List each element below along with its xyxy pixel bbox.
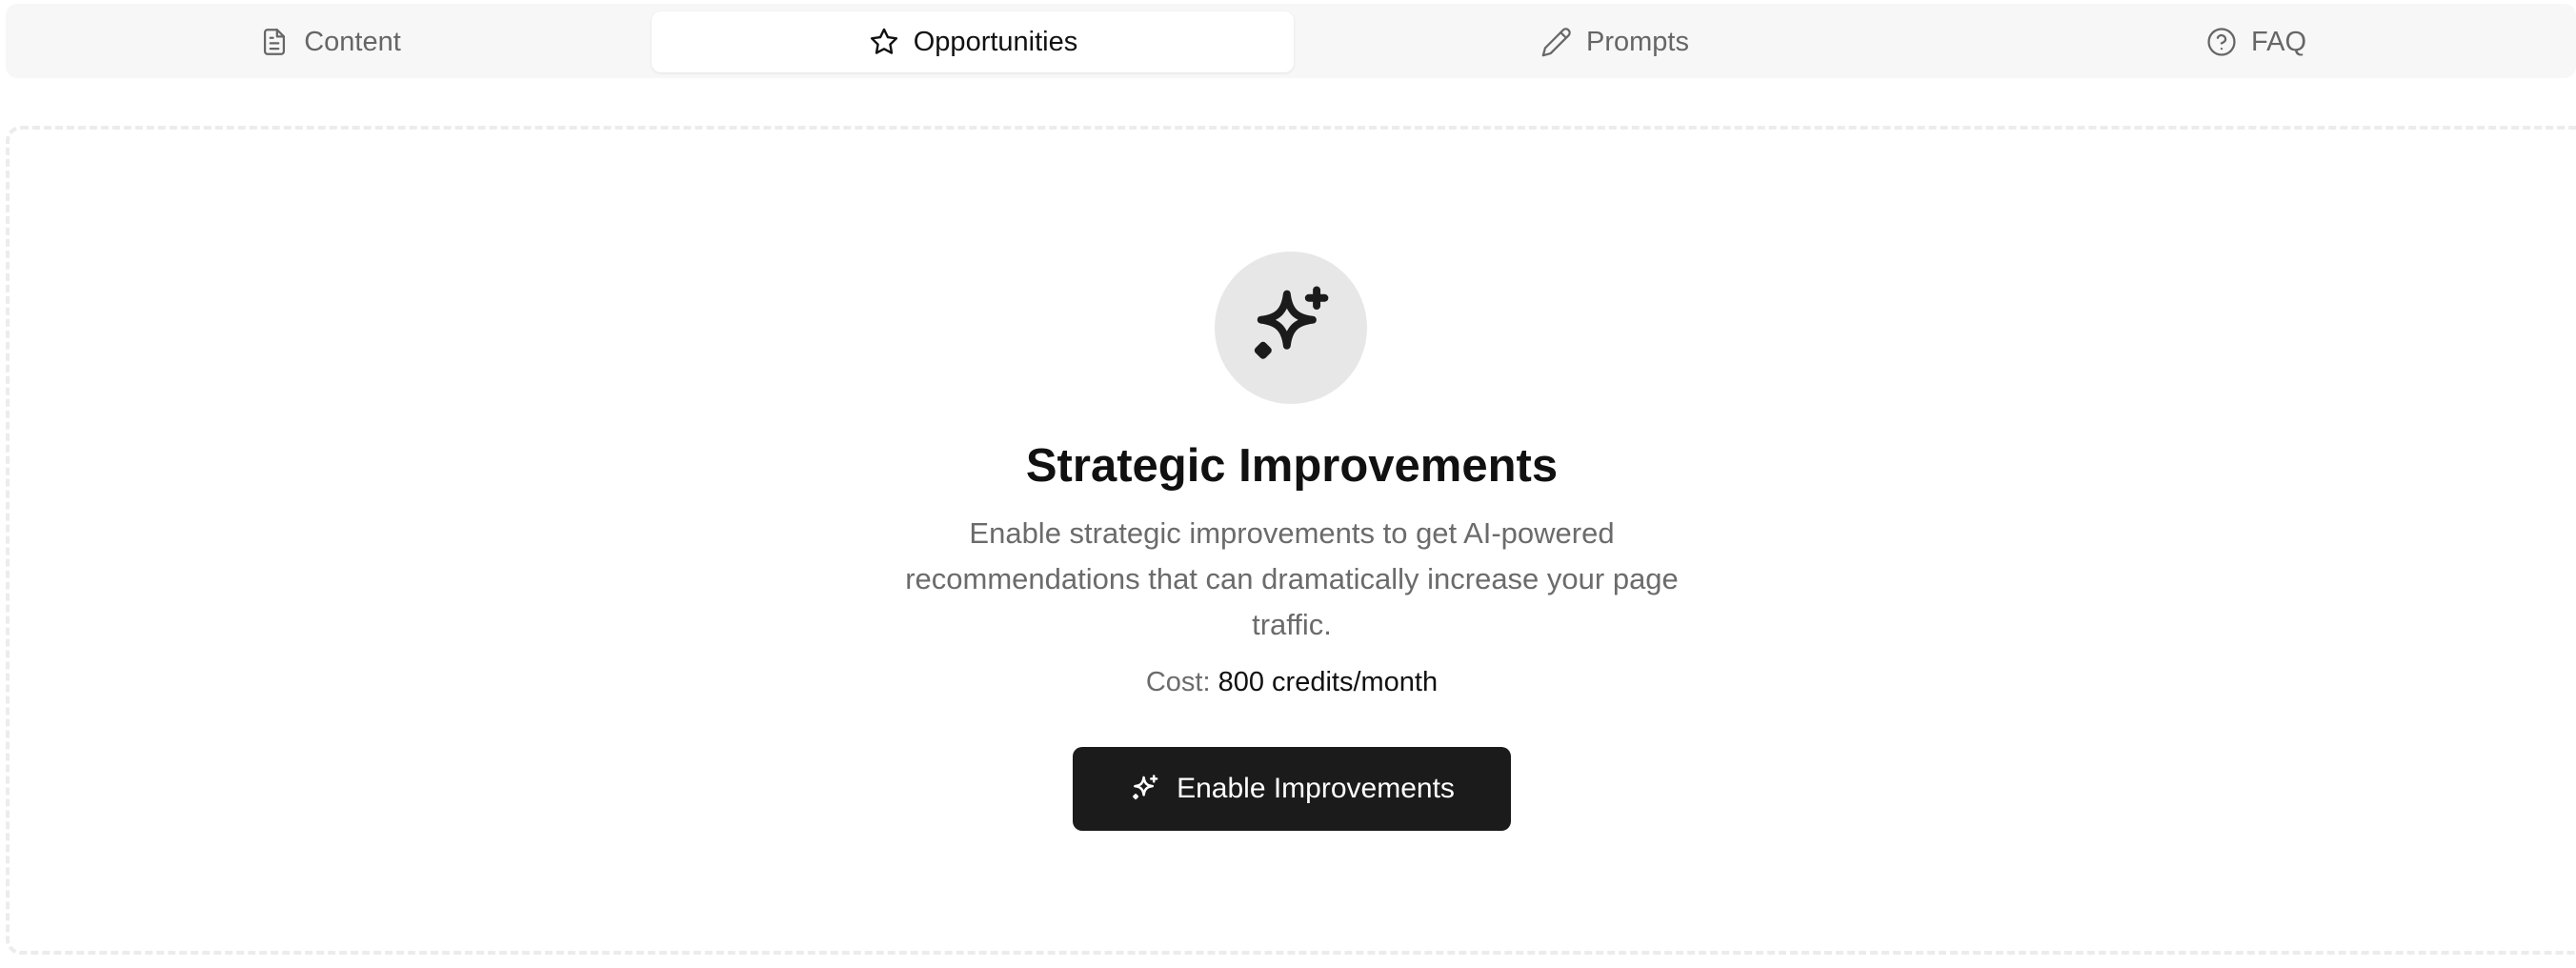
description-text: Enable strategic improvements to get AI-… bbox=[905, 516, 1679, 641]
tab-faq-label: FAQ bbox=[2250, 26, 2306, 57]
tab-opportunities-label: Opportunities bbox=[913, 26, 1078, 57]
sparkles-icon bbox=[1243, 280, 1338, 375]
cost-label: Cost: bbox=[1145, 667, 1211, 697]
enable-improvements-label: Enable Improvements bbox=[1177, 773, 1455, 804]
cost-line: Cost: 800 credits/month bbox=[958, 661, 1625, 703]
tab-content-label: Content bbox=[304, 26, 401, 57]
pencil-icon bbox=[1540, 26, 1573, 58]
cost-value: 800 credits/month bbox=[1218, 667, 1439, 697]
tab-prompts-label: Prompts bbox=[1586, 26, 1689, 57]
enable-improvements-button[interactable]: Enable Improvements bbox=[1073, 747, 1511, 831]
help-circle-icon bbox=[2205, 26, 2238, 58]
file-text-icon bbox=[258, 26, 291, 58]
tab-opportunities[interactable]: Opportunities bbox=[652, 11, 1294, 72]
sparkles-icon bbox=[1129, 773, 1161, 805]
tab-bar: Content Opportunities Prompts FAQ bbox=[6, 4, 2576, 78]
tab-prompts[interactable]: Prompts bbox=[1294, 11, 1936, 72]
tab-faq[interactable]: FAQ bbox=[1936, 11, 2576, 72]
hero-icon-circle bbox=[1215, 252, 1367, 404]
tab-content[interactable]: Content bbox=[6, 11, 654, 72]
star-icon bbox=[868, 26, 900, 58]
page-title: Strategic Improvements bbox=[1025, 440, 1559, 492]
